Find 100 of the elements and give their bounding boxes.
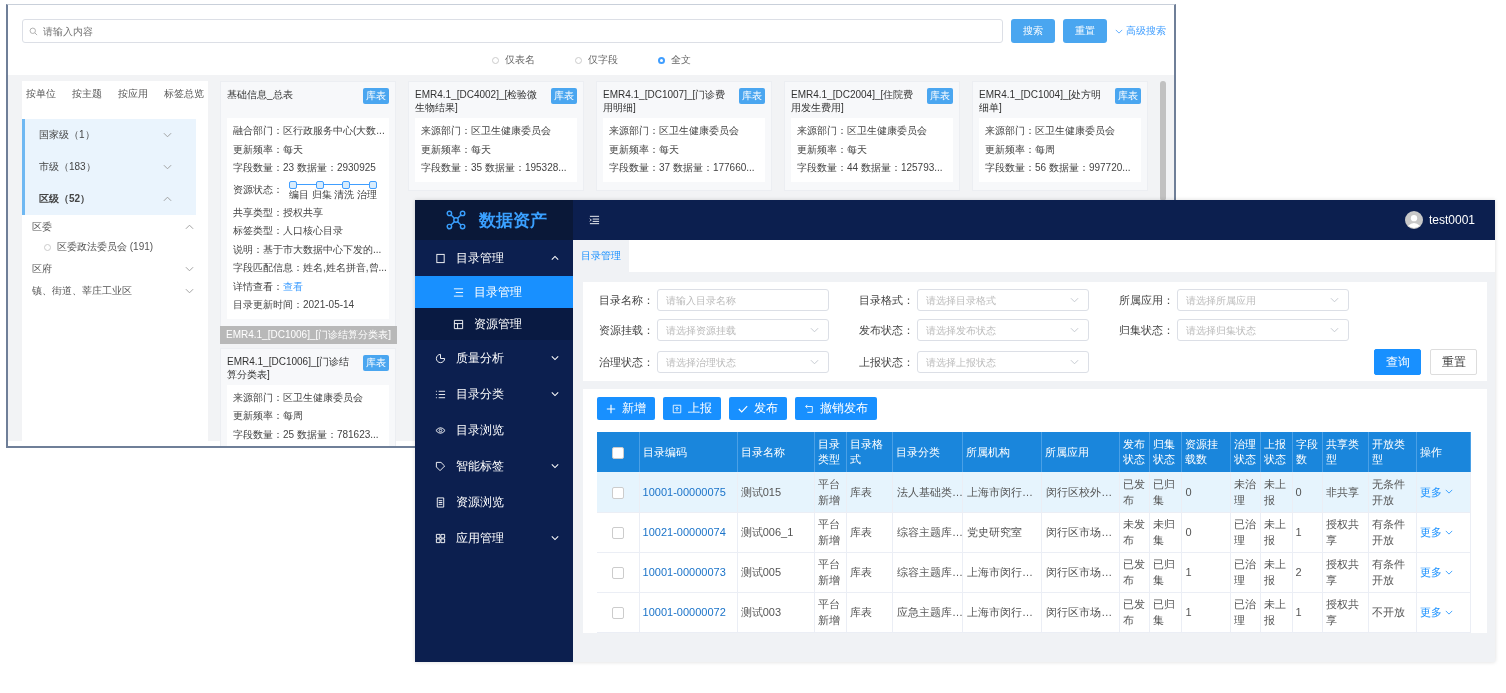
radio-option[interactable]: 仅表名	[491, 53, 535, 67]
table-cell: 上海市闵行…	[967, 566, 1034, 578]
card-field: 更新频率：每天	[609, 140, 759, 159]
undo-icon	[804, 403, 814, 414]
submenu-item[interactable]: 资源管理	[415, 308, 573, 340]
table-cell: 平台新增	[817, 558, 840, 586]
list-icon	[453, 286, 464, 298]
menu-item[interactable]: 质量分析	[415, 340, 573, 376]
table-cell: 已归集	[1153, 477, 1176, 506]
card-field: 来源部门：区卫生健康委员会	[233, 388, 383, 407]
accordion-item[interactable]: 区级（52）	[22, 183, 196, 215]
input-field[interactable]: 请输入目录名称	[657, 289, 829, 311]
catalog-code-link[interactable]: 10021-00000074	[642, 526, 726, 538]
row-checkbox[interactable]	[611, 527, 624, 540]
catalog-code-link[interactable]: 10001-00000072	[642, 606, 726, 618]
table-cell: 已归集	[1153, 598, 1176, 626]
table-cell: 库表	[849, 566, 872, 578]
table-cell: 已治理	[1233, 518, 1256, 546]
format-badge: 库表	[739, 88, 765, 104]
select-field[interactable]: 请选择治理状态	[657, 351, 829, 373]
catalog-card[interactable]: EMR4.1_[DC2004]_[住院费用发生费用] 库表 来源部门：区卫生健康委员会 更新频率：每天 字段数量：44 数据量：125793...	[784, 81, 960, 191]
format-badge: 库表	[551, 88, 577, 104]
chevron-down-icon	[1330, 297, 1339, 303]
radio-option[interactable]: 区委政法委员会 (191)	[22, 237, 208, 257]
table-cell: 闵行区市场…	[1046, 526, 1113, 538]
menu-icon[interactable]	[589, 215, 600, 225]
radio-option[interactable]: 全文	[657, 53, 691, 67]
menu-item[interactable]: 智能标签	[415, 448, 573, 484]
select-field[interactable]: 请选择所属应用	[1177, 289, 1349, 311]
table-cell: 有条件开放	[1371, 558, 1405, 586]
table-cell: 法人基础类…	[896, 485, 963, 498]
chevron-down-icon	[551, 463, 559, 469]
tab[interactable]: 标签总览	[164, 87, 204, 101]
menu-item[interactable]: 应用管理	[415, 520, 573, 556]
menu-item[interactable]: 目录分类	[415, 376, 573, 412]
accordion-item[interactable]: 国家级（1）	[22, 119, 196, 151]
chevron-down-icon	[1444, 569, 1453, 575]
field-label: 资源状态：	[233, 182, 283, 197]
row-checkbox[interactable]	[611, 567, 624, 580]
search-field[interactable]: 请输入内容	[22, 19, 1003, 43]
menu-item[interactable]: 资源浏览	[415, 484, 573, 520]
card-field: 来源部门：区卫生健康委员会	[797, 122, 947, 141]
table-cell: 有条件开放	[1371, 518, 1405, 546]
table-cell: 未发布	[1123, 518, 1146, 546]
card-field: 来源部门：区卫生健康委员会	[609, 122, 759, 141]
tab[interactable]: 按主题	[72, 87, 102, 101]
radio-option[interactable]: 仅字段	[574, 53, 618, 67]
table-cell: 已发布	[1123, 598, 1146, 626]
table-cell: 0	[1185, 485, 1192, 498]
select-field[interactable]: 请选择发布状态	[917, 319, 1089, 341]
accordion-item[interactable]: 市级（183）	[22, 151, 196, 183]
catalog-card[interactable]: EMR4.1_[DC4002]_[检验微生物结果] 库表 来源部门：区卫生健康委员会 更新频率：每天 字段数量：35 数据量：195328...	[408, 81, 584, 191]
menu-item[interactable]: 目录管理	[415, 240, 573, 276]
catalog-code-link[interactable]: 10001-00000075	[642, 485, 726, 498]
card-field: 来源部门：区卫生健康委员会	[985, 122, 1135, 141]
chevron-up-icon	[185, 224, 194, 230]
catalog-card[interactable]: EMR4.1_[DC1006]_[门诊结算分类表] 库表 来源部门：区卫生健康委员会 更新频率：每周 字段数量：25 数据量：781623...	[220, 347, 396, 446]
catalog-card[interactable]: EMR4.1_[DC1004]_[处方明细单] 库表 来源部门：区卫生健康委员会 更新频率：每周 字段数量：56 数据量：997720...	[972, 81, 1148, 191]
progress-steps-icon	[289, 180, 377, 189]
avatar-icon[interactable]	[1404, 211, 1423, 229]
chevron-down-icon	[1115, 29, 1123, 34]
chevron-down-icon	[1444, 609, 1453, 615]
upload-icon	[672, 403, 682, 414]
card-field: 更新频率：每天	[233, 140, 383, 159]
row-checkbox[interactable]	[611, 486, 624, 499]
tab[interactable]: 按应用	[118, 87, 148, 101]
chevron-down-icon	[810, 327, 819, 333]
table-cell: 库表	[849, 526, 872, 538]
format-badge: 库表	[927, 88, 953, 104]
scrollbar[interactable]	[1160, 81, 1166, 201]
eye-icon	[435, 424, 446, 436]
tree-node[interactable]: 区府	[22, 259, 208, 279]
table-cell: 平台新增	[817, 518, 840, 546]
menu-item[interactable]: 目录浏览	[415, 412, 573, 448]
format-badge: 库表	[363, 88, 389, 104]
search-icon	[29, 27, 38, 36]
table-cell: 0	[1295, 485, 1302, 498]
tree-node[interactable]: 镇、街道、莘庄工业区	[22, 281, 208, 301]
catalog-code-link[interactable]: 10001-00000073	[642, 566, 726, 578]
filter-button[interactable]: 重置	[1430, 349, 1477, 375]
select-all-checkbox[interactable]	[611, 446, 624, 459]
catalog-card[interactable]: EMR4.1_[DC1007]_[门诊费用明细] 库表 来源部门：区卫生健康委员会 更新频率：每天 字段数量：37 数据量：177660...	[596, 81, 772, 191]
tab[interactable]: 按单位	[26, 87, 56, 101]
grid-icon	[435, 532, 446, 544]
table-cell: 平台新增	[817, 598, 840, 626]
check-icon	[738, 403, 748, 414]
catalog-card[interactable]: 基础信息_总表 库表 融合部门：区行政服务中心(大数... 更新频率：每天 字段数量：23 数据量：2930925 资源状态： 编目 归集 清洗 治理 共享类型：授权共享 标签类型：人口核心目录 说明：基于市大数据中心下发的... 字段匹配信息：姓名,姓名拼音,曾... 详情查看：查看 目录更新时间：2021-05-14	[220, 81, 396, 328]
table-cell: 库表	[849, 485, 872, 498]
tag-icon	[435, 460, 446, 472]
format-badge: 库表	[1115, 88, 1141, 104]
select-field[interactable]: 请选择归集状态	[1177, 319, 1349, 341]
card-field: 共享类型：授权共享	[233, 203, 383, 222]
tree-node[interactable]: 区委	[22, 217, 208, 237]
row-checkbox[interactable]	[611, 607, 624, 620]
select-field[interactable]: 请选择目录格式	[917, 289, 1089, 311]
filter-label: 治理状态：	[599, 354, 653, 370]
chevron-down-icon	[810, 359, 819, 365]
field-label: 详情查看：	[233, 280, 283, 292]
chevron-down-icon	[1444, 489, 1453, 495]
table-cell: 授权共享	[1325, 518, 1359, 546]
